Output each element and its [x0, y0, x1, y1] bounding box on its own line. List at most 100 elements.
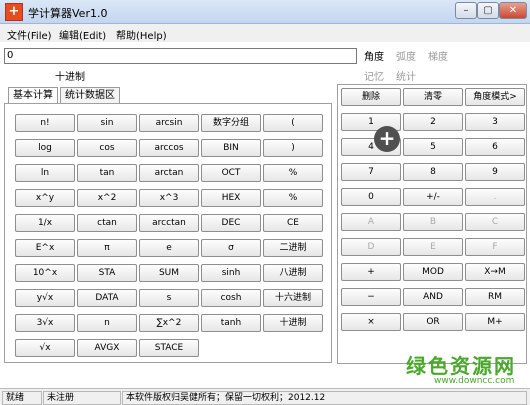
- maximize-button[interactable]: ▢: [477, 2, 499, 19]
- key-button[interactable]: ∑x^2: [139, 314, 199, 332]
- key-button[interactable]: 删除: [341, 88, 401, 106]
- key-button[interactable]: π: [77, 239, 137, 257]
- key-button[interactable]: D: [341, 238, 401, 256]
- key-button[interactable]: 二进制: [263, 239, 323, 257]
- key-button[interactable]: 10^x: [15, 264, 75, 282]
- key-button[interactable]: −: [341, 288, 401, 306]
- key-button[interactable]: 2: [403, 113, 463, 131]
- key-button[interactable]: DEC: [201, 214, 261, 232]
- key-button[interactable]: RM: [465, 288, 525, 306]
- key-button[interactable]: %: [263, 189, 323, 207]
- watermark-logo: 绿色资源网 www.downcc.com: [388, 350, 528, 386]
- key-button[interactable]: OCT: [201, 164, 261, 182]
- minimize-button[interactable]: –: [455, 2, 477, 19]
- key-button[interactable]: E: [403, 238, 463, 256]
- key-button[interactable]: 0: [341, 188, 401, 206]
- key-button[interactable]: x^2: [77, 189, 137, 207]
- status-copyright: 本软件版权归吴健所有；保留一切权利；2012.12: [122, 391, 527, 405]
- key-button[interactable]: e: [139, 239, 199, 257]
- key-button[interactable]: log: [15, 139, 75, 157]
- key-button[interactable]: C: [465, 213, 525, 231]
- close-button[interactable]: ✕: [499, 2, 527, 19]
- key-button[interactable]: arcsin: [139, 114, 199, 132]
- key-button[interactable]: F: [465, 238, 525, 256]
- key-button[interactable]: tan: [77, 164, 137, 182]
- memory-indicator: 记忆: [364, 72, 384, 83]
- key-button[interactable]: n: [77, 314, 137, 332]
- menu-bar: 文件(File) 编辑(Edit) 帮助(Help): [0, 24, 530, 42]
- key-button[interactable]: tanh: [201, 314, 261, 332]
- key-button[interactable]: +/-: [403, 188, 463, 206]
- key-button[interactable]: AVGX: [77, 339, 137, 357]
- key-button[interactable]: X→M: [465, 263, 525, 281]
- key-button[interactable]: (: [263, 114, 323, 132]
- key-button[interactable]: 7: [341, 163, 401, 181]
- key-button[interactable]: +: [341, 263, 401, 281]
- key-button[interactable]: 3√x: [15, 314, 75, 332]
- key-button[interactable]: 9: [465, 163, 525, 181]
- key-button[interactable]: CE: [263, 214, 323, 232]
- key-button[interactable]: STACE: [139, 339, 199, 357]
- key-button[interactable]: arcctan: [139, 214, 199, 232]
- watermark-brand: 绿色资源网: [406, 354, 516, 378]
- key-button[interactable]: HEX: [201, 189, 261, 207]
- numeric-keypad: 删除 清零 角度模式> 1 2 3 4 5 6 7 8 9 0 +/-. A B C D E F + MOD X→M − AND…: [337, 84, 527, 364]
- display-field[interactable]: 0: [4, 48, 357, 64]
- key-button[interactable]: ×: [341, 313, 401, 331]
- key-button[interactable]: n!: [15, 114, 75, 132]
- key-button[interactable]: 数字分组: [201, 114, 261, 132]
- mode-degree[interactable]: 角度: [364, 48, 384, 63]
- key-button[interactable]: 8: [403, 163, 463, 181]
- key-button[interactable]: 八进制: [263, 264, 323, 282]
- key-button[interactable]: M+: [465, 313, 525, 331]
- key-button[interactable]: 3: [465, 113, 525, 131]
- menu-help[interactable]: 帮助(Help): [116, 27, 167, 42]
- key-button[interactable]: %: [263, 164, 323, 182]
- key-button[interactable]: arctan: [139, 164, 199, 182]
- key-button[interactable]: MOD: [403, 263, 463, 281]
- key-button[interactable]: sinh: [201, 264, 261, 282]
- radix-label: 十进制: [55, 72, 85, 83]
- key-button[interactable]: 角度模式>: [465, 88, 525, 106]
- key-button[interactable]: 清零: [403, 88, 463, 106]
- key-button[interactable]: cos: [77, 139, 137, 157]
- key-button[interactable]: OR: [403, 313, 463, 331]
- key-button[interactable]: 5: [403, 138, 463, 156]
- plus-overlay-icon: +: [374, 126, 400, 152]
- key-button[interactable]: s: [139, 289, 199, 307]
- key-button[interactable]: x^3: [139, 189, 199, 207]
- mode-radian[interactable]: 弧度: [396, 48, 416, 63]
- key-button[interactable]: arccos: [139, 139, 199, 157]
- key-button[interactable]: STA: [77, 264, 137, 282]
- key-button[interactable]: A: [341, 213, 401, 231]
- key-button[interactable]: sin: [77, 114, 137, 132]
- tab-stats[interactable]: 统计数据区: [60, 87, 120, 104]
- key-button[interactable]: BIN: [201, 139, 261, 157]
- key-button[interactable]: 十进制: [263, 314, 323, 332]
- key-button[interactable]: ln: [15, 164, 75, 182]
- status-bar: 就绪 未注册 本软件版权归吴健所有；保留一切权利；2012.12: [0, 388, 530, 405]
- window-title: 学计算器Ver1.0: [28, 7, 108, 20]
- key-button[interactable]: B: [403, 213, 463, 231]
- key-button[interactable]: x^y: [15, 189, 75, 207]
- menu-file[interactable]: 文件(File): [7, 27, 52, 42]
- status-registration: 未注册: [43, 391, 121, 405]
- menu-edit[interactable]: 编辑(Edit): [59, 27, 106, 42]
- key-button[interactable]: √x: [15, 339, 75, 357]
- key-button[interactable]: DATA: [77, 289, 137, 307]
- key-button[interactable]: 十六进制: [263, 289, 323, 307]
- key-button[interactable]: SUM: [139, 264, 199, 282]
- function-keypad: n! sin arcsin 数字分组(log cos arccos BIN) ln tan arc…: [4, 103, 332, 363]
- key-button[interactable]: 1/x: [15, 214, 75, 232]
- key-button[interactable]: cosh: [201, 289, 261, 307]
- key-button[interactable]: ): [263, 139, 323, 157]
- key-button[interactable]: .: [465, 188, 525, 206]
- mode-gradian[interactable]: 梯度: [428, 48, 448, 63]
- key-button[interactable]: σ: [201, 239, 261, 257]
- key-button[interactable]: AND: [403, 288, 463, 306]
- key-button[interactable]: E^x: [15, 239, 75, 257]
- key-button[interactable]: 6: [465, 138, 525, 156]
- stats-indicator: 统计: [396, 72, 416, 83]
- key-button[interactable]: ctan: [77, 214, 137, 232]
- key-button[interactable]: y√x: [15, 289, 75, 307]
